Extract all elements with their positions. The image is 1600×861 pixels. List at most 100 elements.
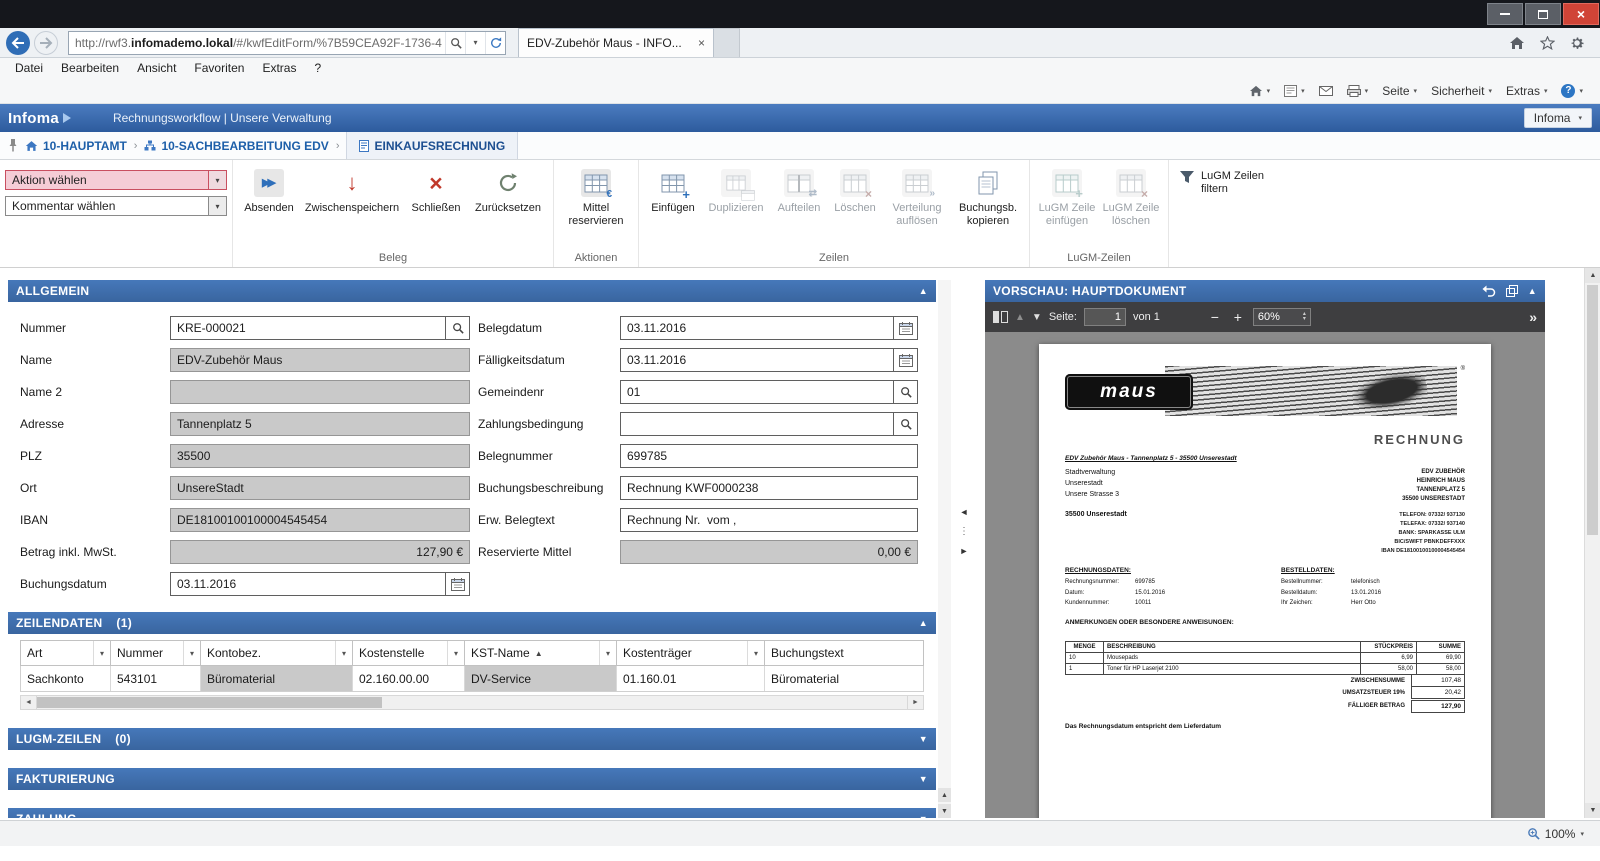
- absenden-button[interactable]: ▶▶ Absenden: [238, 165, 300, 243]
- popout-icon[interactable]: [1506, 285, 1518, 297]
- aktion-dropdown[interactable]: Aktion wählen ▾: [5, 170, 227, 190]
- buchungsdatum-input[interactable]: [171, 573, 445, 595]
- cell-buchungstext[interactable]: Büromaterial: [765, 666, 923, 691]
- user-menu-button[interactable]: Infoma ▾: [1524, 108, 1592, 128]
- allgemein-section-header[interactable]: ALLGEMEIN ▲: [8, 280, 936, 302]
- lugm-filter-button[interactable]: LuGM Zeilen filtern: [1169, 160, 1277, 267]
- menu-bearbeiten[interactable]: Bearbeiten: [52, 60, 128, 76]
- chevron-down-icon[interactable]: ▾: [208, 171, 226, 189]
- scroll-right-icon[interactable]: ►: [907, 695, 924, 710]
- vertical-scrollbar[interactable]: ▲ ▼: [1584, 268, 1600, 818]
- cell-kostenstelle[interactable]: 02.160.00.00: [353, 666, 465, 691]
- minimize-button[interactable]: [1487, 3, 1523, 25]
- column-header-kst-name[interactable]: KST-Name ▲ ▾: [465, 641, 617, 665]
- search-icon[interactable]: [893, 381, 917, 403]
- gemeindenr-input[interactable]: [621, 381, 893, 403]
- calendar-icon[interactable]: [445, 573, 469, 595]
- search-icon[interactable]: [445, 317, 469, 339]
- chevron-down-icon[interactable]: ▾: [335, 641, 352, 665]
- address-bar[interactable]: http://rwf3.infomademo.lokal/#/kwfEditFo…: [68, 31, 506, 55]
- more-tools-icon[interactable]: »: [1529, 309, 1537, 325]
- cell-art[interactable]: Sachkonto: [21, 666, 111, 691]
- calendar-icon[interactable]: [893, 349, 917, 371]
- mittel-reservieren-button[interactable]: € Mittel reservieren: [559, 165, 633, 243]
- maximize-button[interactable]: [1525, 3, 1561, 25]
- next-page-icon[interactable]: ▼: [1032, 312, 1042, 323]
- erw-belegtext-input[interactable]: [621, 509, 917, 531]
- scroll-up-icon[interactable]: ▲: [1585, 268, 1600, 283]
- faelligkeitsdatum-input[interactable]: [621, 349, 893, 371]
- breadcrumb-hauptamt[interactable]: 10-HAUPTAMT: [25, 139, 127, 153]
- buchungsb-kopieren-button[interactable]: Buchungsb. kopieren: [952, 165, 1024, 243]
- column-header-buchungstext[interactable]: Buchungstext: [765, 641, 923, 665]
- chevron-down-icon[interactable]: ▾: [208, 197, 226, 215]
- zoom-level-select[interactable]: 60% ▴▾: [1253, 308, 1311, 326]
- belegdatum-input[interactable]: [621, 317, 893, 339]
- collapse-icon[interactable]: ▲: [1528, 286, 1537, 296]
- gear-icon[interactable]: [1564, 31, 1590, 55]
- preview-section-header[interactable]: VORSCHAU: HAUPTDOKUMENT ▲: [985, 280, 1545, 302]
- kommentar-dropdown[interactable]: Kommentar wählen ▾: [5, 196, 227, 216]
- search-icon[interactable]: [893, 413, 917, 435]
- column-header-art[interactable]: Art ▾: [21, 641, 111, 665]
- scroll-up-icon[interactable]: ▲: [938, 788, 951, 802]
- collapse-right-icon[interactable]: ►: [960, 547, 969, 556]
- zahlungsbedingung-input[interactable]: [621, 413, 893, 435]
- menu-help[interactable]: ?: [305, 60, 330, 76]
- calendar-icon[interactable]: [893, 317, 917, 339]
- back-button[interactable]: [6, 31, 30, 55]
- splitter-grip[interactable]: ⋮: [959, 527, 969, 537]
- browser-zoom-control[interactable]: 100% ▾: [1527, 827, 1600, 841]
- breadcrumb-einkaufsrechnung[interactable]: EINKAUFSRECHNUNG: [346, 132, 518, 159]
- menu-ansicht[interactable]: Ansicht: [128, 60, 185, 76]
- scroll-left-icon[interactable]: ◄: [20, 695, 37, 710]
- help-menu-button[interactable]: ? ▾: [1554, 80, 1590, 102]
- refresh-icon[interactable]: [485, 32, 505, 54]
- safety-menu-button[interactable]: Sicherheit ▾: [1424, 80, 1499, 102]
- menu-extras[interactable]: Extras: [253, 60, 305, 76]
- menu-favoriten[interactable]: Favoriten: [185, 60, 253, 76]
- browser-tab[interactable]: EDV-Zubehör Maus - INFO... ×: [518, 28, 714, 57]
- close-button[interactable]: ×: [1563, 3, 1599, 25]
- page-number-input[interactable]: [1084, 308, 1126, 326]
- panel-splitter[interactable]: ◄ ⋮ ►: [956, 508, 972, 556]
- zuruecksetzen-button[interactable]: Zurücksetzen: [468, 165, 548, 243]
- column-header-kostenstelle[interactable]: Kostenstelle ▾: [353, 641, 465, 665]
- zoom-in-button[interactable]: +: [1230, 310, 1246, 324]
- chevron-down-icon[interactable]: ▾: [447, 641, 464, 665]
- scroll-down-icon[interactable]: ▼: [938, 804, 951, 818]
- search-icon[interactable]: [445, 32, 465, 54]
- collapse-left-icon[interactable]: ◄: [960, 508, 969, 517]
- cell-nummer[interactable]: 543101: [111, 666, 201, 691]
- buchungsbeschreibung-input[interactable]: [621, 477, 917, 499]
- fakturierung-section-header[interactable]: FAKTURIERUNG ▼: [8, 768, 936, 790]
- thumbnails-panel-icon[interactable]: [993, 311, 1008, 323]
- undo-icon[interactable]: [1482, 285, 1496, 297]
- nummer-input[interactable]: [171, 317, 445, 339]
- tools-menu-button[interactable]: Extras ▾: [1499, 80, 1555, 102]
- zoom-out-button[interactable]: −: [1207, 310, 1223, 324]
- menu-datei[interactable]: Datei: [6, 60, 52, 76]
- form-scrollbar[interactable]: ▲ ▼: [938, 280, 951, 818]
- horizontal-scrollbar[interactable]: ◄ ►: [20, 695, 924, 710]
- favorites-star-icon[interactable]: [1534, 31, 1560, 55]
- zeilendaten-section-header[interactable]: ZEILENDATEN (1) ▲: [8, 612, 936, 634]
- zwischenspeichern-button[interactable]: ↓ Zwischenspeichern: [300, 165, 404, 243]
- einfuegen-button[interactable]: + Einfügen: [644, 165, 702, 243]
- spinner-icon[interactable]: ▴▾: [1303, 312, 1306, 322]
- print-button[interactable]: ▾: [1340, 80, 1376, 102]
- column-header-kostentraeger[interactable]: Kostenträger ▾: [617, 641, 765, 665]
- tab-close-icon[interactable]: ×: [698, 36, 705, 50]
- scroll-down-icon[interactable]: ▼: [1585, 803, 1600, 818]
- schliessen-button[interactable]: × Schließen: [404, 165, 468, 243]
- lugm-section-header[interactable]: LUGM-ZEILEN (0) ▼: [8, 728, 936, 750]
- page-menu-button[interactable]: Seite ▾: [1375, 80, 1424, 102]
- scrollbar-thumb[interactable]: [1587, 285, 1598, 535]
- scrollbar-thumb[interactable]: [37, 697, 382, 708]
- autocomplete-chevron-icon[interactable]: ▾: [465, 32, 485, 54]
- column-header-kontobez[interactable]: Kontobez. ▾: [201, 641, 353, 665]
- home-icon[interactable]: [1504, 31, 1530, 55]
- column-header-nummer[interactable]: Nummer ▾: [111, 641, 201, 665]
- document-viewport[interactable]: ® maus RECHNUNG EDV Zubehör Maus - Tanne…: [985, 332, 1545, 818]
- feeds-button[interactable]: ▾: [1277, 80, 1312, 102]
